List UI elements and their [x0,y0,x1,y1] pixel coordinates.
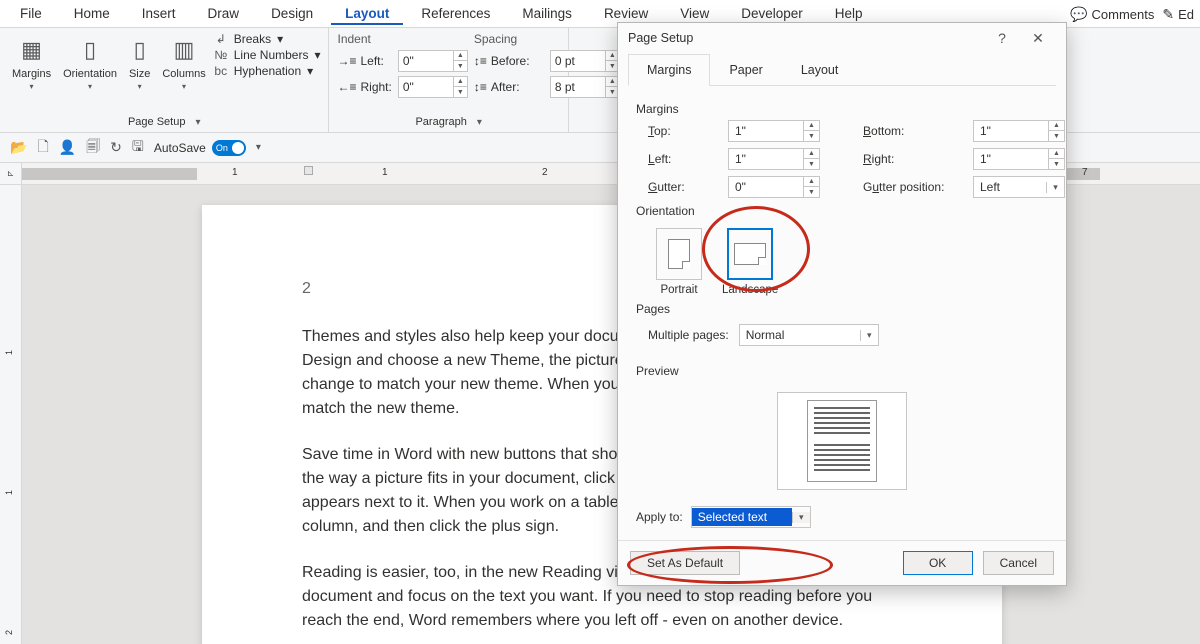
spacing-after-icon: ↕≡ [474,80,487,94]
indent-right-icon: ←≡ [337,80,356,94]
tab-insert[interactable]: Insert [128,2,190,25]
orientation-button[interactable]: ▯Orientation▾ [59,32,121,93]
preview-label: Preview [636,364,1048,382]
apply-to-select[interactable]: Selected text▾ [691,506,811,528]
multiple-pages-select[interactable]: Normal▾ [739,324,879,346]
apply-to-label: Apply to: [636,510,683,524]
indent-right-input[interactable]: 0"▲▼ [398,76,468,98]
size-button[interactable]: ▯Size▾ [125,32,154,93]
gutter-position-select[interactable]: Left▾ [973,176,1065,198]
columns-icon: ▥ [174,34,195,66]
right-label: Right: [863,152,963,166]
size-icon: ▯ [134,34,146,66]
margins-section-label: Margins [636,102,1048,120]
left-label: Left: [648,152,718,166]
ok-button[interactable]: OK [903,551,973,575]
orientation-section-label: Orientation [636,204,1048,222]
tab-draw[interactable]: Draw [194,2,254,25]
tab-home[interactable]: Home [60,2,124,25]
tab-mailings[interactable]: Mailings [508,2,586,25]
speech-bubble-icon: 💬 [1070,6,1087,23]
pages-section-label: Pages [636,302,1048,320]
dialog-tab-paper[interactable]: Paper [710,54,781,86]
landscape-button[interactable]: Landscape [722,228,778,296]
margins-button[interactable]: ▦Margins▾ [8,32,55,93]
export-icon[interactable]: 🗐 [86,136,100,160]
indent-left-icon: →≡ [337,54,356,68]
gutter-pos-label: Gutter position: [863,180,963,194]
tab-layout[interactable]: Layout [331,2,403,25]
ruler-toggle[interactable]: ⊾ [0,163,22,184]
bottom-label: Bottom: [863,124,963,138]
dialog-title: Page Setup [628,31,984,45]
spacing-before-input[interactable]: 0 pt▲▼ [550,50,620,72]
spacing-after-input[interactable]: 8 pt▲▼ [550,76,620,98]
columns-button[interactable]: ▥Columns▾ [158,32,209,93]
margins-icon: ▦ [21,34,42,66]
dialog-tab-layout[interactable]: Layout [782,54,858,86]
vertical-ruler[interactable]: 1 1 2 [0,185,22,644]
editing-button[interactable]: ✎Ed [1162,6,1194,23]
gutter-label: Gutter: [648,180,718,194]
line-numbers-icon: № [214,48,228,62]
top-input[interactable]: 1"▲▼ [728,120,820,142]
left-input[interactable]: 1"▲▼ [728,148,820,170]
tab-references[interactable]: References [407,2,504,25]
line-numbers-button[interactable]: №Line Numbers ▾ [214,48,321,62]
orientation-icon: ▯ [84,34,96,66]
top-label: Top: [648,124,718,138]
help-button[interactable]: ? [984,30,1020,46]
preview-box [777,392,907,490]
paragraph-launcher[interactable]: ▾ [477,117,482,128]
refresh-icon[interactable]: ↻ [110,139,122,156]
breaks-icon: ↲ [214,32,228,46]
breaks-button[interactable]: ↲Breaks ▾ [214,32,321,46]
page-setup-launcher[interactable]: ▾ [195,117,200,128]
hyphenation-icon: bc [214,64,228,78]
spacing-before-icon: ↕≡ [474,54,487,68]
tab-file[interactable]: File [6,2,56,25]
right-input[interactable]: 1"▲▼ [973,148,1065,170]
group-label-paragraph: Paragraph [415,116,466,128]
bottom-input[interactable]: 1"▲▼ [973,120,1065,142]
page-number: 2 [302,277,311,301]
more-icon[interactable]: ▾ [256,142,261,153]
pencil-icon: ✎ [1162,6,1174,23]
page-setup-dialog: Page Setup ? ✕ Margins Paper Layout Marg… [617,22,1067,586]
autosave-toggle[interactable]: AutoSave On [154,140,246,156]
new-icon[interactable]: 🗋 [37,136,48,160]
dialog-tab-margins[interactable]: Margins [628,54,710,86]
cancel-button[interactable]: Cancel [983,551,1054,575]
group-label-page-setup: Page Setup [128,116,186,128]
close-button[interactable]: ✕ [1020,30,1056,47]
spacing-header: Spacing [474,32,560,46]
user-icon[interactable]: 👤 [59,139,76,156]
save-icon[interactable]: 🖫 [132,136,144,160]
comments-button[interactable]: 💬Comments [1070,6,1154,23]
dialog-tabs: Margins Paper Layout [628,53,1056,86]
set-as-default-button[interactable]: Set As Default [630,551,740,575]
portrait-button[interactable]: Portrait [656,228,702,296]
indent-header: Indent [337,32,391,46]
indent-left-input[interactable]: 0"▲▼ [398,50,468,72]
gutter-input[interactable]: 0"▲▼ [728,176,820,198]
tab-design[interactable]: Design [257,2,327,25]
multiple-pages-label: Multiple pages: [648,328,729,342]
open-icon[interactable]: 📂 [10,139,27,156]
hyphenation-button[interactable]: bcHyphenation ▾ [214,64,321,78]
